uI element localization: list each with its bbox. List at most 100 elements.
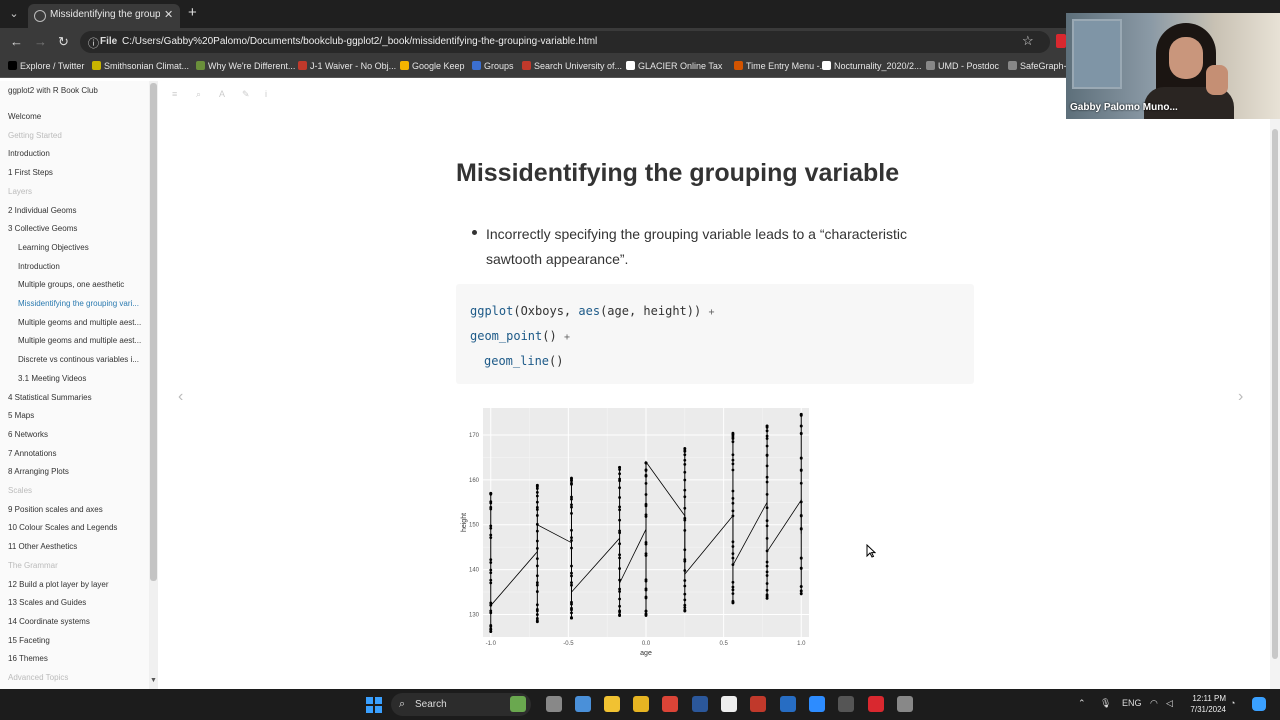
data-point xyxy=(489,571,493,575)
sidebar-item[interactable]: Multiple geoms and multiple aest... xyxy=(18,318,146,327)
bookmark-item[interactable]: Time Entry Menu -... xyxy=(734,61,827,71)
bookmark-item[interactable]: Google Keep xyxy=(400,61,465,71)
sidebar-item[interactable]: Welcome xyxy=(8,112,146,121)
bookmark-item[interactable]: Explore / Twitter xyxy=(8,61,84,71)
settings-icon[interactable] xyxy=(575,696,591,712)
webcam-video-tile[interactable]: Gabby Palomo Muno... xyxy=(1066,13,1280,119)
sidebar-item[interactable]: 7 Annotations xyxy=(8,449,146,458)
sidebar-item[interactable]: 3 Collective Geoms xyxy=(8,224,146,233)
sidebar-item[interactable]: Introduction xyxy=(8,149,146,158)
book-title[interactable]: ggplot2 with R Book Club xyxy=(8,86,98,95)
volume-icon[interactable]: ◁ xyxy=(1166,698,1173,709)
url-field[interactable]: ⓘ File C:/Users/Gabby%20Palomo/Documents… xyxy=(80,31,1050,53)
sidebar-part-header: Getting Started xyxy=(8,130,62,140)
sidebar-item[interactable]: 5 Maps xyxy=(8,411,146,420)
sidebar-item[interactable]: 10 Colour Scales and Legends xyxy=(8,523,146,532)
mendeley-icon[interactable] xyxy=(838,696,854,712)
sidebar-item[interactable]: 3.1 Meeting Videos xyxy=(18,374,146,383)
file-explorer-icon[interactable] xyxy=(633,696,649,712)
widgets-icon[interactable] xyxy=(510,696,526,712)
acrobat-icon[interactable] xyxy=(868,696,884,712)
bookmark-item[interactable]: Groups xyxy=(472,61,514,71)
font-icon[interactable]: A xyxy=(219,89,225,99)
sidebar-item[interactable]: Learning Objectives xyxy=(18,243,146,252)
bookmark-item[interactable]: GLACIER Online Tax xyxy=(626,61,722,71)
bookmark-item[interactable]: Smithsonian Climat... xyxy=(92,61,189,71)
data-point xyxy=(683,458,687,462)
page-scroll-thumb[interactable] xyxy=(1272,129,1278,659)
forward-icon[interactable]: → xyxy=(34,34,47,49)
notification-bell-icon[interactable]: ◔ xyxy=(1230,698,1235,708)
back-icon[interactable]: ← xyxy=(10,34,23,49)
browser-tab[interactable]: Missidentifying the grouping va ✕ xyxy=(28,4,180,28)
sidebar-scrollbar[interactable]: ▼ xyxy=(149,81,158,689)
data-point xyxy=(570,528,573,532)
edit-icon[interactable]: ✎ xyxy=(242,89,250,100)
sidebar-item[interactable]: Discrete vs continous variables i... xyxy=(18,355,146,364)
close-icon[interactable]: ✕ xyxy=(164,8,173,21)
pdf-extension-icon[interactable] xyxy=(1056,34,1066,48)
sidebar-item[interactable]: 13 Scales and Guides xyxy=(8,598,146,607)
data-point xyxy=(618,542,622,546)
search-icon[interactable]: ⌕ xyxy=(196,89,201,100)
menu-icon[interactable]: ≡ xyxy=(172,89,177,99)
bookmark-star-icon[interactable]: ☆ xyxy=(1022,33,1034,49)
info-icon[interactable]: ⓘ xyxy=(88,35,99,51)
sidebar-item[interactable]: 14 Coordinate systems xyxy=(8,617,146,626)
sticky-notes-icon[interactable] xyxy=(604,696,620,712)
bookmark-item[interactable]: J-1 Waiver - No Obj... xyxy=(298,61,396,71)
sidebar-item[interactable]: 12 Build a plot layer by layer xyxy=(8,580,146,589)
bookmark-item[interactable]: Search University of... xyxy=(522,61,622,71)
sidebar-scroll-thumb[interactable] xyxy=(150,83,157,581)
sidebar-item[interactable]: Missidentifying the grouping vari... xyxy=(18,299,146,308)
chrome-icon[interactable] xyxy=(662,696,678,712)
sidebar-item[interactable]: 8 Arranging Plots xyxy=(8,467,146,476)
data-point xyxy=(683,488,687,492)
data-point xyxy=(570,606,573,610)
bookmark-label: UMD - Postdoc xyxy=(938,61,1000,71)
bookmark-item[interactable]: UMD - Postdoc xyxy=(926,61,999,71)
data-point xyxy=(644,554,648,557)
sidebar-item[interactable]: 9 Position scales and axes xyxy=(8,505,146,514)
sidebar-item[interactable]: Multiple geoms and multiple aest... xyxy=(18,336,146,345)
reload-icon[interactable]: ↻ xyxy=(58,34,69,50)
data-point xyxy=(644,482,648,485)
sidebar-item[interactable]: 2 Individual Geoms xyxy=(8,206,146,215)
data-point xyxy=(644,502,648,506)
previous-page-icon[interactable]: ‹ xyxy=(178,388,183,406)
data-point xyxy=(765,596,769,600)
sidebar-item[interactable]: 16 Themes xyxy=(8,654,146,663)
system-clock[interactable]: 12:11 PM 7/31/2024 xyxy=(1190,693,1226,715)
notion-icon[interactable] xyxy=(721,696,737,712)
sidebar-item[interactable]: 1 First Steps xyxy=(8,168,146,177)
word-icon[interactable] xyxy=(692,696,708,712)
windows-start-icon[interactable] xyxy=(366,697,382,713)
bookmark-item[interactable]: SafeGraph-D xyxy=(1008,61,1073,71)
microphone-icon[interactable]: 🎙 xyxy=(1100,698,1111,709)
info-icon[interactable]: i xyxy=(265,89,267,99)
zoom-icon[interactable] xyxy=(809,696,825,712)
sidebar-item[interactable]: Introduction xyxy=(18,262,146,271)
r-icon[interactable] xyxy=(780,696,796,712)
bookmark-item[interactable]: Why We're Different... xyxy=(196,61,295,71)
bookmark-item[interactable]: Nocturnality_2020/2... xyxy=(822,61,922,71)
copilot-icon[interactable] xyxy=(1252,697,1266,711)
task-view-icon[interactable] xyxy=(546,696,562,712)
sidebar-item[interactable]: Multiple groups, one aesthetic xyxy=(18,280,146,289)
language-indicator[interactable]: ENG xyxy=(1122,698,1142,708)
page-scrollbar[interactable] xyxy=(1270,81,1280,689)
sidebar-item[interactable]: 6 Networks xyxy=(8,430,146,439)
sidebar-item[interactable]: 11 Other Aesthetics xyxy=(8,542,146,551)
scroll-down-icon[interactable]: ▼ xyxy=(150,677,157,684)
tab-search-icon[interactable]: ⌄ xyxy=(4,4,24,24)
data-point xyxy=(765,570,769,574)
code-block[interactable]: ggplot(Oxboys, aes(age, height)) + geom_… xyxy=(456,284,974,384)
snipping-tool-icon[interactable] xyxy=(750,696,766,712)
next-page-icon[interactable]: › xyxy=(1238,388,1243,406)
wifi-icon[interactable]: ◠ xyxy=(1150,698,1158,709)
sidebar-item[interactable]: 4 Statistical Summaries xyxy=(8,393,146,402)
misc-app-icon[interactable] xyxy=(897,696,913,712)
sidebar-item[interactable]: 15 Faceting xyxy=(8,636,146,645)
show-hidden-icons-icon[interactable]: ⌃ xyxy=(1078,698,1086,709)
new-tab-icon[interactable]: + xyxy=(188,4,197,21)
